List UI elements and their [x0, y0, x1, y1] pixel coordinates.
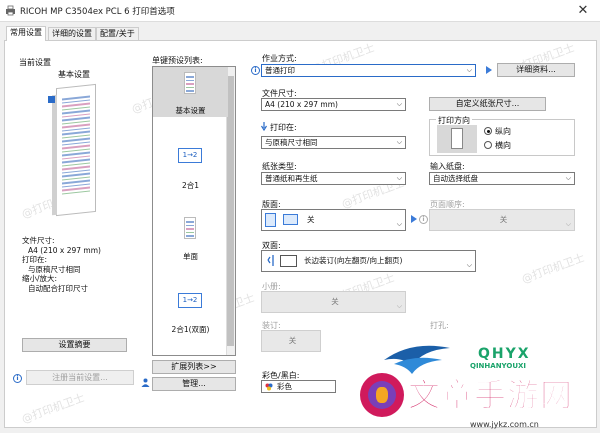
preset-caption: 2合1	[181, 181, 200, 190]
document-preview-edge	[52, 94, 57, 216]
info-icon[interactable]: i	[13, 374, 22, 383]
color-select[interactable]: 彩色	[261, 380, 336, 393]
window-title: RICOH MP C3504ex PCL 6 打印首选项	[20, 7, 175, 17]
preset-item-simplex[interactable]: 单面	[153, 212, 228, 264]
preset-caption: 单面	[183, 252, 198, 261]
job-type-label: 作业方式:	[262, 54, 297, 63]
paper-type-value: 普通纸和再生纸	[265, 174, 318, 183]
summary-print-on-label: 打印在:	[22, 255, 48, 264]
arrow-down-icon	[260, 122, 268, 132]
chevron-down-icon: ⌵	[396, 138, 402, 146]
binding-select[interactable]: 关	[261, 330, 321, 352]
duplex-select[interactable]: 长边装订(向左翻页/向上翻页) ⌵	[261, 250, 476, 272]
input-tray-label: 输入纸盘:	[430, 162, 465, 171]
punch-label: 打孔:	[430, 321, 449, 330]
tab-detailed[interactable]: 详细的设置	[48, 27, 96, 40]
chevron-down-icon: ⌵	[565, 220, 571, 228]
print-on-value: 与原稿尺寸相同	[265, 138, 318, 147]
chevron-down-icon: ⌵	[466, 261, 472, 269]
printer-app-icon	[5, 5, 16, 16]
preset-item-basic[interactable]: 基本设置	[153, 67, 228, 117]
page-order-value: 关	[499, 215, 508, 224]
print-on-label: 打印在:	[270, 123, 297, 132]
landscape-page-icon	[283, 214, 298, 225]
binding-value: 关	[288, 336, 297, 345]
arrow-right-icon	[486, 66, 492, 74]
brand-logo-text: QHYX	[478, 346, 531, 362]
summary-shrink-value: 自动配合打印尺寸	[28, 283, 88, 293]
nup-icon: 1→2	[178, 148, 202, 163]
job-type-select[interactable]: 普通打印 ⌵	[261, 64, 476, 77]
job-type-value: 普通打印	[265, 66, 295, 75]
chevron-down-icon: ⌵	[565, 174, 571, 182]
settings-summary: 文件尺寸: A4 (210 x 297 mm) 打印在: 与原稿尺寸相同 缩小/…	[22, 236, 101, 293]
summary-paper-label: 文件尺寸:	[22, 236, 55, 245]
input-tray-value: 自动选择纸盘	[433, 174, 478, 183]
chevron-down-icon: ⌵	[466, 66, 472, 74]
info-icon[interactable]: i	[251, 66, 260, 75]
expand-list-button[interactable]: 扩展列表>>	[152, 360, 236, 374]
duplex-value: 长边装订(向左翻页/向上翻页)	[304, 256, 403, 265]
preview-color-marker	[48, 96, 55, 103]
layout-value: 关	[307, 215, 315, 224]
booklet-select[interactable]: 关 ⌵	[261, 291, 406, 313]
color-value: 彩色	[277, 382, 292, 391]
paper-type-label: 纸张类型:	[262, 162, 297, 171]
summary-print-on-value: 与原稿尺寸相同	[28, 264, 81, 274]
preset-item-2in1[interactable]: 1→2 2合1	[153, 145, 228, 195]
portrait-label: 纵向	[495, 127, 511, 136]
landscape-radio[interactable]	[484, 141, 492, 149]
round-logo-icon	[360, 373, 404, 417]
paper-type-select[interactable]: 普通纸和再生纸 ⌵	[261, 172, 406, 185]
landscape-label: 横向	[495, 141, 511, 150]
chevron-down-icon: ⌵	[396, 174, 402, 182]
input-tray-select[interactable]: 自动选择纸盘 ⌵	[429, 172, 575, 185]
brand-logo-subtext: QINHANYOUXI	[470, 362, 527, 370]
tab-config-about[interactable]: 配置/关于	[96, 27, 139, 40]
document-preview	[56, 83, 96, 217]
portrait-radio[interactable]	[484, 127, 492, 135]
color-dots-icon	[265, 383, 273, 391]
arrow-left-icon	[267, 254, 275, 267]
preset-caption: 基本设置	[175, 106, 206, 115]
custom-paper-size-button[interactable]: 自定义纸张尺寸...	[429, 97, 546, 111]
single-page-icon	[265, 213, 276, 227]
register-current-button[interactable]: 注册当前设置...	[26, 370, 134, 385]
site-logo-text: 文章手游网	[407, 376, 574, 415]
page-order-select[interactable]: 关 ⌵	[429, 209, 575, 231]
paper-size-value: A4 (210 x 297 mm)	[265, 100, 338, 109]
preset-page-icon	[184, 72, 196, 94]
details-button[interactable]: 详细资料...	[497, 63, 575, 77]
chevron-down-icon: ⌵	[396, 220, 402, 228]
preset-page-icon	[184, 217, 196, 239]
info-icon[interactable]: i	[419, 215, 428, 224]
user-icon	[141, 378, 150, 387]
arrow-right-icon	[411, 215, 417, 223]
page-portrait-icon	[451, 128, 463, 149]
preset-caption: 2合1(双面)	[171, 325, 210, 334]
preset-item-2in1-duplex[interactable]: 1→2 2合1(双面)	[153, 290, 228, 340]
settings-summary-button[interactable]: 设置摘要	[22, 338, 127, 352]
current-settings-name: 基本设置	[58, 70, 90, 79]
current-settings-title: 当前设置	[19, 58, 51, 67]
tab-general[interactable]: 常用设置	[6, 26, 46, 41]
preset-list-label: 单键预设列表:	[152, 56, 203, 65]
booklet-value: 关	[331, 297, 339, 306]
site-url-text: www.jykz.com.cn	[470, 420, 539, 429]
duplex-page-icon	[280, 255, 297, 267]
orientation-preview	[437, 125, 477, 153]
chevron-down-icon: ⌵	[396, 100, 402, 108]
summary-shrink-label: 缩小/放大:	[22, 274, 58, 283]
chevron-down-icon: ⌵	[396, 302, 402, 310]
nup-icon: 1→2	[178, 293, 202, 308]
summary-paper-value: A4 (210 x 297 mm)	[28, 245, 101, 255]
paper-size-select[interactable]: A4 (210 x 297 mm) ⌵	[261, 98, 406, 111]
overlay-logo: QHYX QINHANYOUXI 文章手游网 www.jykz.com.cn	[360, 340, 600, 433]
manage-button[interactable]: 管理...	[152, 377, 236, 391]
print-on-select[interactable]: 与原稿尺寸相同 ⌵	[261, 136, 406, 149]
preset-scroll-thumb[interactable]	[227, 76, 234, 346]
close-button[interactable]: ✕	[572, 2, 594, 20]
layout-select[interactable]: 关 ⌵	[261, 209, 406, 231]
